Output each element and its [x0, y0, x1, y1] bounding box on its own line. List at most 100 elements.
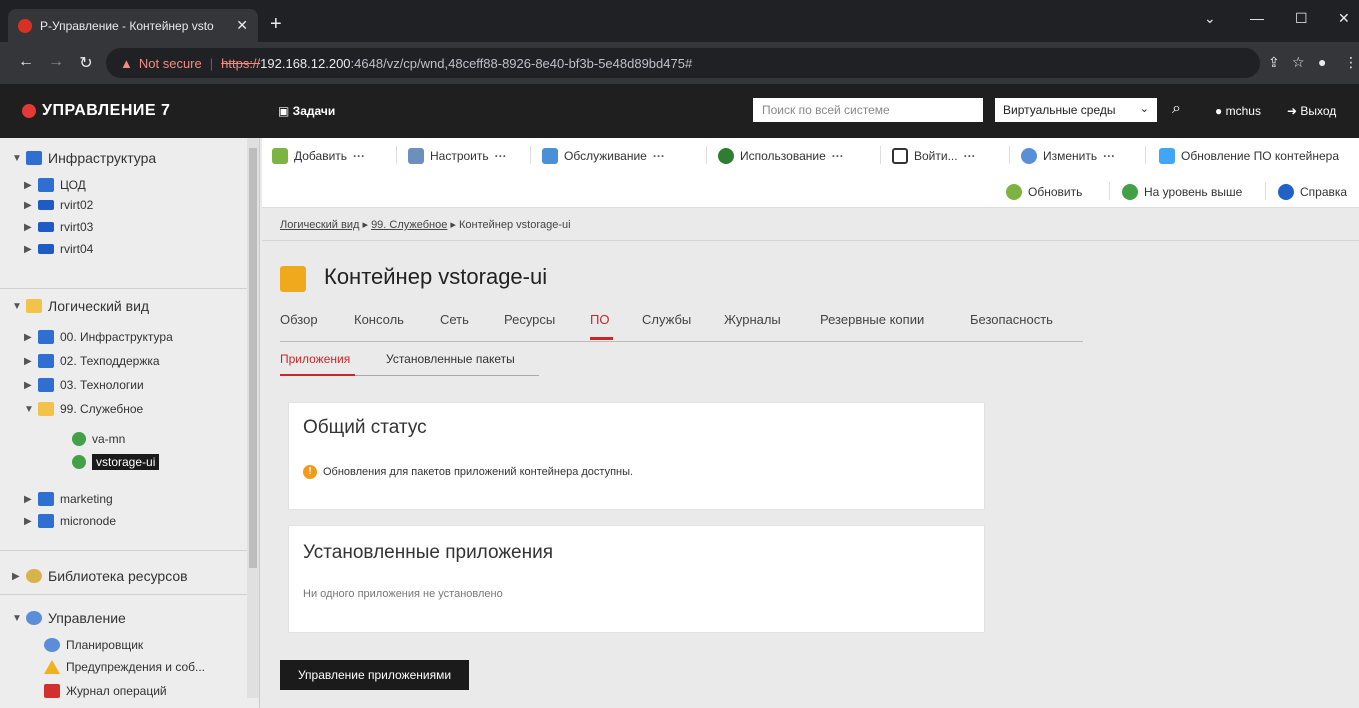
user-menu[interactable]: ● mchus: [1215, 104, 1261, 118]
tree-item-marketing[interactable]: ▶ marketing: [24, 492, 113, 506]
minimize-icon[interactable]: —: [1250, 10, 1264, 26]
play-icon: [718, 148, 734, 164]
scrollbar-thumb[interactable]: [249, 148, 257, 568]
tasks-link[interactable]: ▣ Задачи: [278, 104, 335, 118]
sidebar: ▼ Инфраструктура ▶ ЦОД ▶ rvirt02 ▶ rvirt…: [0, 138, 260, 708]
tree-item-micronode[interactable]: ▶ micronode: [24, 514, 116, 528]
tab-backups[interactable]: Резервные копии: [820, 312, 924, 327]
active-subtab-indicator: [280, 374, 355, 376]
tab-security[interactable]: Безопасность: [970, 312, 1053, 327]
configure-icon: [408, 148, 424, 164]
tab-search-icon[interactable]: ⌄: [1204, 10, 1216, 27]
forward-icon[interactable]: →: [44, 53, 68, 71]
sidebar-scrollbar[interactable]: [247, 138, 259, 698]
app-brand[interactable]: УПРАВЛЕНИЕ 7: [22, 102, 170, 120]
reload-icon[interactable]: ↻: [74, 53, 98, 73]
tree-item-vstorage-ui[interactable]: vstorage-ui: [72, 454, 160, 470]
alert-icon: !: [303, 465, 317, 479]
caret-right-icon: ▶: [24, 515, 32, 527]
tree-item-rvirt04[interactable]: ▶ rvirt04: [24, 242, 93, 256]
tree-item-dc[interactable]: ▶ ЦОД: [24, 178, 86, 192]
divider: [0, 288, 248, 289]
logout-icon: ➜: [1287, 104, 1301, 118]
browser-tab[interactable]: Р-Управление - Контейнер vsto ✕: [8, 9, 258, 42]
level-up-button[interactable]: На уровень выше: [1122, 184, 1242, 200]
back-icon[interactable]: ←: [14, 53, 38, 71]
breadcrumb-link[interactable]: 99. Служебное: [371, 219, 447, 231]
warning-icon: [44, 660, 60, 674]
tree-item-00[interactable]: ▶ 00. Инфраструктура: [24, 330, 173, 344]
gear-icon: [1021, 148, 1037, 164]
tree-library[interactable]: ▶ Библиотека ресурсов: [12, 568, 188, 584]
tree-item-va-mn[interactable]: va-mn: [72, 432, 125, 446]
server-icon: [38, 222, 54, 232]
menu-icon[interactable]: ⋮: [1344, 54, 1358, 71]
breadcrumb-current: Контейнер vstorage-ui: [459, 219, 571, 231]
login-button[interactable]: Войти... ···: [892, 148, 976, 164]
tab-services[interactable]: Службы: [642, 312, 691, 327]
tree-item-alerts[interactable]: Предупреждения и соб...: [44, 660, 205, 674]
manage-applications-button[interactable]: Управление приложениями: [280, 660, 469, 690]
scheduler-icon: [44, 638, 60, 652]
tab-software[interactable]: ПО: [590, 312, 609, 327]
app-header: УПРАВЛЕНИЕ 7 ▣ Задачи Поиск по всей сист…: [0, 84, 1359, 138]
caret-right-icon: ▶: [24, 199, 32, 211]
change-button[interactable]: Изменить ···: [1021, 148, 1115, 164]
level-up-icon: [1122, 184, 1138, 200]
breadcrumb-link[interactable]: Логический вид: [280, 219, 359, 231]
environment-select[interactable]: Виртуальные среды ⌄: [995, 98, 1157, 122]
global-search-input[interactable]: Поиск по всей системе: [753, 98, 983, 122]
tree-infrastructure[interactable]: ▼ Инфраструктура: [12, 150, 156, 166]
add-button[interactable]: Добавить ···: [272, 148, 365, 164]
brand-label: УПРАВЛЕНИЕ 7: [42, 102, 171, 119]
update-software-button[interactable]: Обновление ПО контейнера: [1159, 148, 1339, 164]
divider: [262, 240, 1359, 241]
caret-right-icon: ▶: [24, 221, 32, 233]
tree-item-scheduler[interactable]: Планировщик: [44, 638, 143, 652]
tab-network[interactable]: Сеть: [440, 312, 469, 327]
tree-logical-view[interactable]: ▼ Логический вид: [12, 298, 149, 314]
console-icon: [892, 148, 908, 164]
group-icon: [38, 378, 54, 392]
server-icon: [38, 244, 54, 254]
datacenter-icon: [26, 151, 42, 165]
usage-button[interactable]: Использование ···: [718, 148, 844, 164]
help-icon: [1278, 184, 1294, 200]
tree-item-03[interactable]: ▶ 03. Технологии: [24, 378, 144, 392]
url-field[interactable]: ▲ Not secure | https:// 192.168.12.200 :…: [106, 48, 1260, 78]
tree-item-rvirt03[interactable]: ▶ rvirt03: [24, 220, 93, 234]
tree-item-rvirt02[interactable]: ▶ rvirt02: [24, 198, 93, 212]
tree-item-oplog[interactable]: Журнал операций: [44, 684, 167, 698]
configure-button[interactable]: Настроить ···: [408, 148, 507, 164]
gear-icon: [26, 611, 42, 625]
close-window-icon[interactable]: ✕: [1338, 10, 1350, 27]
subtab-applications[interactable]: Приложения: [280, 352, 350, 366]
profile-icon[interactable]: ●: [1318, 54, 1347, 70]
help-button[interactable]: Справка: [1278, 184, 1347, 200]
add-icon: [272, 148, 288, 164]
service-button[interactable]: Обслуживание ···: [542, 148, 665, 164]
logout-link[interactable]: ➜ Выход: [1287, 104, 1336, 118]
group-icon: [38, 514, 54, 528]
library-icon: [26, 569, 42, 583]
close-tab-icon[interactable]: ✕: [236, 17, 248, 34]
search-icon[interactable]: ⌕: [1172, 100, 1181, 118]
tab-resources[interactable]: Ресурсы: [504, 312, 555, 327]
installed-card-title: Установленные приложения: [303, 542, 554, 563]
brand-logo-icon: [22, 104, 36, 118]
maximize-icon[interactable]: ☐: [1295, 10, 1308, 27]
refresh-button[interactable]: Обновить: [1006, 184, 1082, 200]
status-message: ! Обновления для пакетов приложений конт…: [303, 465, 633, 479]
tree-item-99[interactable]: ▼ 99. Служебное: [24, 402, 143, 416]
subtab-installed-packages[interactable]: Установленные пакеты: [386, 352, 515, 366]
new-tab-button[interactable]: +: [270, 14, 282, 34]
tab-overview[interactable]: Обзор: [280, 312, 318, 327]
chevron-down-icon: ⌄: [1139, 103, 1149, 115]
tab-console[interactable]: Консоль: [354, 312, 404, 327]
empty-message: Ни одного приложения не установлено: [303, 588, 503, 600]
tab-logs[interactable]: Журналы: [724, 312, 781, 327]
status-card-title: Общий статус: [303, 417, 427, 438]
caret-right-icon: ▶: [24, 493, 32, 505]
tree-item-02[interactable]: ▶ 02. Техподдержка: [24, 354, 160, 368]
tree-management[interactable]: ▼ Управление: [12, 610, 126, 626]
